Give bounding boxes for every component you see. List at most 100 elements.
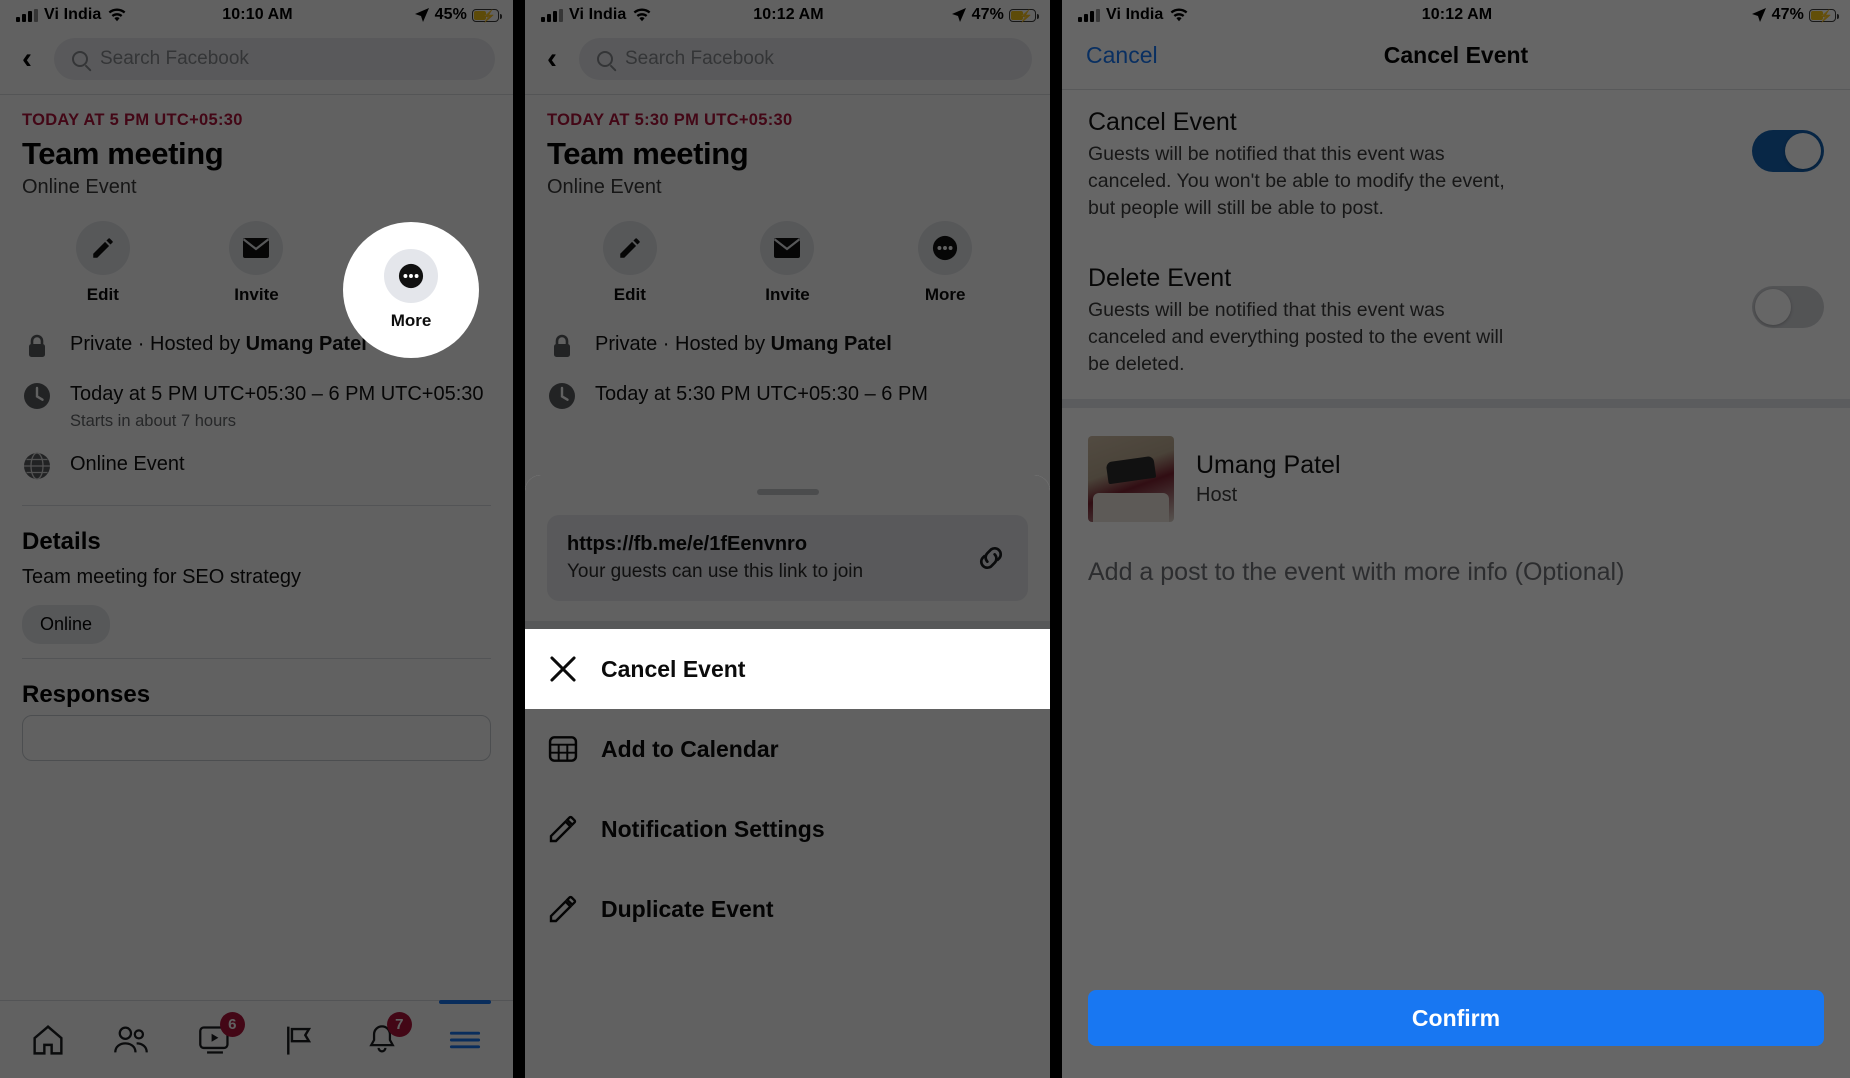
- invite-label: Invite: [765, 285, 810, 304]
- host-role: Host: [1196, 484, 1238, 507]
- battery-percent-label: 47%: [1771, 6, 1804, 23]
- pencil-icon: [547, 813, 579, 845]
- option-delete-event[interactable]: Delete Event Guests will be notified tha…: [1062, 226, 1850, 382]
- tab-notifications[interactable]: 7: [350, 1011, 414, 1066]
- search-icon: [72, 51, 88, 67]
- event-link-url: https://fb.me/e/1fEenvnro: [567, 533, 808, 555]
- back-chevron-icon[interactable]: ‹: [14, 44, 40, 74]
- wifi-icon: [632, 7, 652, 23]
- event-title: Team meeting: [22, 136, 224, 171]
- tab-menu[interactable]: [433, 999, 497, 1066]
- home-icon: [31, 1023, 65, 1057]
- more-button-spotlight[interactable]: More: [343, 222, 479, 358]
- location-arrow-icon: [951, 7, 967, 23]
- signal-bars-icon: [16, 8, 38, 22]
- search-placeholder: Search Facebook: [625, 48, 774, 69]
- menu-item-add-to-calendar[interactable]: Add to Calendar: [525, 709, 1050, 789]
- pencil-icon: [602, 221, 657, 275]
- section-divider-2: [22, 658, 491, 659]
- menu-item-label: Add to Calendar: [601, 735, 779, 762]
- back-chevron-icon[interactable]: ‹: [539, 44, 565, 74]
- search-placeholder: Search Facebook: [100, 48, 249, 69]
- edit-button[interactable]: Edit: [575, 221, 685, 305]
- option-description: Guests will be notified that this event …: [1088, 298, 1504, 375]
- search-input[interactable]: Search Facebook: [579, 38, 1032, 80]
- clock-label: 10:12 AM: [1421, 6, 1493, 23]
- event-header: TODAY AT 5 PM UTC+05:30 Team meeting Onl…: [0, 95, 513, 199]
- tab-friends[interactable]: [99, 1014, 163, 1066]
- battery-percent-label: 45%: [434, 6, 467, 23]
- more-label: More: [390, 311, 432, 330]
- envelope-icon: [760, 221, 815, 275]
- privacy-prefix: Private · Hosted by: [595, 333, 771, 355]
- time-row: Today at 5:30 PM UTC+05:30 – 6 PM: [547, 371, 1028, 421]
- clock-label: 10:10 AM: [222, 6, 293, 23]
- search-icon: [597, 51, 613, 67]
- chain-link-icon: [974, 541, 1008, 575]
- bottom-tab-bar: 6 7: [0, 999, 513, 1078]
- search-input[interactable]: Search Facebook: [54, 38, 495, 80]
- calendar-icon: [547, 733, 579, 765]
- watch-badge: 6: [219, 1011, 245, 1037]
- privacy-text: Private · Hosted by Umang Patel: [595, 331, 892, 358]
- pencil-icon: [75, 221, 130, 275]
- invite-button[interactable]: Invite: [732, 221, 842, 305]
- cancel-event-toggle[interactable]: [1752, 130, 1824, 172]
- cancel-button[interactable]: Cancel: [1086, 42, 1158, 69]
- globe-icon: [22, 451, 52, 481]
- menu-item-notification-settings[interactable]: Notification Settings: [525, 789, 1050, 869]
- option-description: Guests will be notified that this event …: [1088, 143, 1505, 219]
- event-header-2: TODAY AT 5:30 PM UTC+05:30 Team meeting …: [525, 95, 1050, 199]
- host-name: Umang Patel: [245, 333, 367, 355]
- sheet-grabber[interactable]: [756, 489, 819, 495]
- event-meta-2: Private · Hosted by Umang Patel Today at…: [525, 315, 1050, 421]
- panel-more-menu: Vi India 10:12 AM 47% ⚡ ‹ Search Faceboo…: [525, 0, 1050, 1078]
- post-input[interactable]: Add a post to the event with more info (…: [1062, 522, 1850, 590]
- host-name: Umang Patel: [770, 333, 892, 355]
- invite-button[interactable]: Invite: [201, 221, 311, 305]
- pencil-icon: [547, 893, 579, 925]
- notifications-badge: 7: [386, 1011, 412, 1037]
- details-heading: Details: [22, 528, 101, 555]
- details-body: Team meeting for SEO strategy: [22, 566, 302, 588]
- menu-item-cancel-event[interactable]: Cancel Event: [525, 629, 1050, 709]
- confirm-button[interactable]: Confirm: [1088, 990, 1824, 1046]
- event-date-banner: TODAY AT 5 PM UTC+05:30: [22, 111, 243, 129]
- responses-box[interactable]: [22, 715, 491, 761]
- online-tag: Online: [22, 605, 111, 644]
- menu-item-label: Cancel Event: [601, 655, 746, 682]
- menu-item-label: Notification Settings: [601, 815, 825, 842]
- time-row: Today at 5 PM UTC+05:30 – 6 PM UTC+05:30…: [22, 371, 491, 441]
- location-arrow-icon: [414, 7, 430, 23]
- tab-marketplace[interactable]: [266, 1014, 330, 1066]
- tab-watch[interactable]: 6: [183, 1011, 247, 1066]
- event-link-card[interactable]: https://fb.me/e/1fEenvnro Your guests ca…: [547, 515, 1028, 601]
- edit-button[interactable]: Edit: [48, 221, 158, 305]
- cancel-event-navbar: Cancel Cancel Event: [1062, 30, 1850, 89]
- friends-icon: [113, 1023, 149, 1057]
- toggle-knob: [1755, 288, 1791, 325]
- more-button[interactable]: More: [890, 221, 1000, 305]
- lock-icon: [547, 331, 577, 361]
- battery-charging-icon: ⚡: [1009, 8, 1039, 23]
- host-row: Umang Patel Host: [1062, 408, 1850, 523]
- user-avatar-photo: [1088, 436, 1174, 523]
- sheet-separator: [525, 621, 1050, 629]
- edit-label: Edit: [86, 285, 119, 304]
- envelope-icon: [229, 221, 284, 275]
- ellipsis-icon: [918, 221, 973, 275]
- status-bar-3: Vi India 10:12 AM 47% ⚡: [1062, 0, 1850, 30]
- search-header-2: ‹ Search Facebook: [525, 30, 1050, 94]
- edit-label: Edit: [613, 285, 646, 304]
- location-arrow-icon: [1751, 7, 1767, 23]
- battery-charging-icon: ⚡: [1809, 8, 1839, 23]
- delete-event-toggle[interactable]: [1752, 285, 1824, 328]
- location-text: Online Event: [70, 453, 185, 475]
- privacy-text: Private · Hosted by Umang Patel: [70, 331, 367, 358]
- status-bar: Vi India 10:10 AM 45% ⚡: [0, 0, 513, 30]
- option-cancel-event[interactable]: Cancel Event Guests will be notified tha…: [1062, 90, 1850, 226]
- menu-item-duplicate-event[interactable]: Duplicate Event: [525, 869, 1050, 949]
- event-link-sub: Your guests can use this link to join: [567, 561, 864, 582]
- tab-home[interactable]: [16, 1014, 80, 1066]
- page-title: Cancel Event: [1383, 42, 1529, 68]
